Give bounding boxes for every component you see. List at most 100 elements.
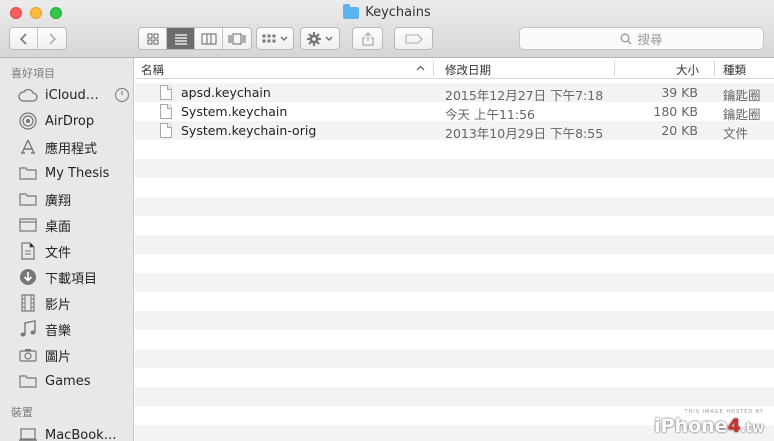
tag-icon [404,33,423,44]
cover-flow-button[interactable] [223,28,251,49]
back-button[interactable] [10,28,38,49]
empty-row [135,254,774,273]
file-size: 20 KB [661,123,698,138]
applications-icon [18,138,38,156]
cloud-icon [18,86,38,104]
folder-icon [18,164,38,182]
gear-icon [307,31,321,46]
tags-button[interactable] [394,27,433,50]
folder-icon [18,372,38,390]
camera-icon [18,346,38,364]
document-icon [160,123,172,138]
music-icon [18,320,38,338]
empty-row [135,216,774,235]
column-headers: 名稱 修改日期 大小 種類 [135,58,774,79]
column-divider[interactable] [614,61,615,76]
navigation-buttons [9,27,67,50]
sidebar-item-applications[interactable]: 應用程式 [18,136,130,158]
chevron-right-icon [49,32,57,45]
sidebar-item-games[interactable]: Games [18,370,130,392]
column-divider[interactable] [714,61,715,76]
column-header-size[interactable]: 大小 [676,62,699,78]
favorites-heading: 喜好項目 [11,67,55,80]
column-view-button[interactable] [195,28,223,49]
sidebar-item-pictures[interactable]: 圖片 [18,344,130,366]
documents-icon [18,242,38,260]
toolbar: Keychains 搜尋 [0,0,774,58]
watermark-logo: iPhone4.tw [654,415,764,437]
laptop-icon [18,426,38,441]
empty-row [135,311,774,330]
empty-row [135,197,774,216]
file-rows: apsd.keychain 2015年12月27日 下午7:18 39 KB 鑰… [135,79,774,441]
cover-flow-icon [228,33,246,44]
arrange-grid-icon [262,34,276,42]
empty-row [135,368,774,387]
sort-ascending-icon[interactable] [416,65,425,71]
empty-row [135,349,774,368]
window-title: Keychains [365,5,431,20]
action-menu-button[interactable] [300,27,340,50]
sidebar-item-guangxiang[interactable]: 廣翔 [18,188,130,210]
sidebar-item-movies[interactable]: 影片 [18,292,130,314]
file-row[interactable]: System.keychain 今天 上午11:56 180 KB 鑰匙圈 [135,102,774,122]
sidebar-item-downloads[interactable]: 下載項目 [18,266,130,288]
devices-heading: 裝置 [11,406,33,419]
column-header-name[interactable]: 名稱 [141,62,164,78]
search-placeholder: 搜尋 [637,32,663,47]
columns-icon [201,33,216,44]
column-header-kind[interactable]: 種類 [723,62,746,78]
list-view-button[interactable] [167,28,195,49]
downloads-icon [18,268,38,286]
column-header-date[interactable]: 修改日期 [445,62,491,78]
file-list: 名稱 修改日期 大小 種類 apsd.keychain 2015年12月27日 … [135,58,774,441]
document-icon [160,104,172,119]
chevron-down-icon [325,36,333,41]
file-name: System.keychain-orig [181,123,317,138]
share-icon [361,31,374,46]
empty-row [135,292,774,311]
file-row[interactable]: apsd.keychain 2015年12月27日 下午7:18 39 KB 鑰… [135,83,774,103]
icon-view-button[interactable] [139,28,167,49]
list-icon [174,33,187,45]
finder-window: Keychains 搜尋 喜好項目 iCloud… AirDrop 應用程式 M… [0,0,774,441]
share-button[interactable] [352,27,383,50]
view-mode-selector [138,27,252,50]
desktop-icon [18,216,38,234]
chevron-down-icon [280,36,288,41]
empty-row [135,159,774,178]
empty-row [135,235,774,254]
file-size: 180 KB [653,104,698,119]
empty-row [135,387,774,406]
sidebar: 喜好項目 iCloud… AirDrop 應用程式 My Thesis 廣翔 桌… [0,58,134,441]
empty-row [135,273,774,292]
search-field[interactable]: 搜尋 [519,27,764,50]
file-name: apsd.keychain [181,85,271,100]
chevron-left-icon [19,32,27,45]
sidebar-item-my-thesis[interactable]: My Thesis [18,162,130,184]
folder-icon [343,3,360,19]
file-name: System.keychain [181,104,288,119]
sidebar-item-documents[interactable]: 文件 [18,240,130,262]
file-row[interactable]: System.keychain-orig 2013年10月29日 下午8:55 … [135,121,774,141]
sidebar-item-macbook[interactable]: MacBook… [18,424,130,441]
arrange-button[interactable] [256,27,294,50]
search-icon [621,33,632,44]
sidebar-item-icloud[interactable]: iCloud… [18,84,130,106]
empty-row [135,178,774,197]
empty-row [135,330,774,349]
airdrop-icon [18,112,38,130]
folder-icon [18,190,38,208]
sidebar-item-music[interactable]: 音樂 [18,318,130,340]
watermark: THIS IMAGE HOSTED BY iPhone4.tw [654,409,764,437]
sidebar-item-airdrop[interactable]: AirDrop [18,110,130,132]
column-divider[interactable] [433,61,434,76]
document-icon [160,85,172,100]
file-size: 39 KB [661,85,698,100]
movies-icon [18,294,38,312]
sidebar-item-desktop[interactable]: 桌面 [18,214,130,236]
forward-button[interactable] [38,28,66,49]
empty-row [135,140,774,159]
eject-progress-icon[interactable] [114,87,130,103]
grid-icon [147,33,158,44]
